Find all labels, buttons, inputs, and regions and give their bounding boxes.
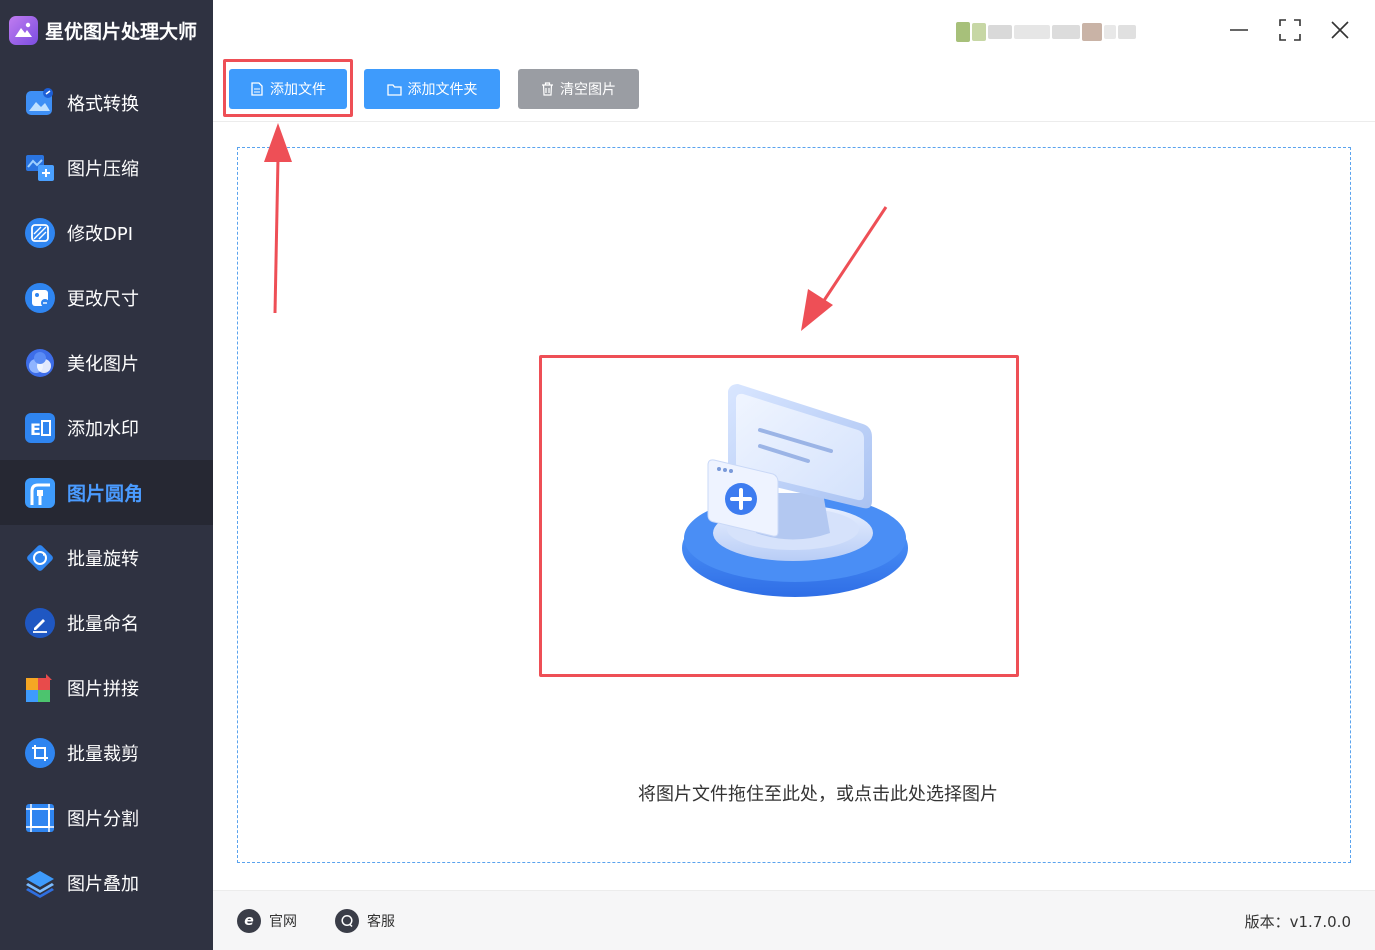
sidebar-item-label: 图片拼接 (67, 678, 139, 700)
sidebar-item-beautify[interactable]: 美化图片 (0, 330, 213, 395)
split-icon (24, 802, 56, 834)
image-convert-icon (24, 87, 56, 119)
folder-icon (386, 83, 402, 96)
upload-illustration (682, 384, 908, 597)
rename-icon (24, 607, 56, 639)
layers-icon (24, 867, 56, 899)
sidebar: 星优图片处理大师 格式转换 图片压缩 修改DPI 更改尺寸 美化图片 E 添加水… (0, 0, 213, 950)
sidebar-item-label: 修改DPI (67, 223, 134, 245)
sidebar-item-label: 批量命名 (67, 613, 139, 635)
app-title: 星优图片处理大师 (45, 20, 198, 43)
sidebar-item-watermark[interactable]: E 添加水印 (0, 395, 213, 460)
clear-images-label: 清空图片 (560, 82, 616, 98)
dpi-icon (24, 217, 56, 249)
add-folder-label: 添加文件夹 (407, 82, 478, 98)
resize-icon (24, 282, 56, 314)
support-link[interactable]: 客服 (335, 909, 395, 933)
maximize-button[interactable] (1275, 15, 1305, 45)
close-icon (1331, 21, 1349, 39)
trash-icon (542, 82, 553, 96)
round-corner-icon (24, 477, 56, 509)
sidebar-item-label: 更改尺寸 (67, 288, 139, 310)
brand: 星优图片处理大师 (0, 0, 213, 60)
add-file-label: 添加文件 (270, 82, 326, 98)
svg-text:E: E (30, 420, 41, 439)
user-account-blurred[interactable] (956, 18, 1166, 46)
support-label: 客服 (367, 914, 395, 930)
sidebar-item-batch-rotate[interactable]: 批量旋转 (0, 525, 213, 590)
maximize-icon (1279, 19, 1301, 41)
version-text: 版本：v1.7.0.0 (1244, 913, 1351, 931)
main-panel: 添加文件 添加文件夹 清空图片 将图片文件拖住至此处，或点击此处选择图片 e 官… (213, 0, 1375, 950)
sidebar-item-image-compress[interactable]: 图片压缩 (0, 135, 213, 200)
sidebar-item-image-split[interactable]: 图片分割 (0, 785, 213, 850)
toolbar: 添加文件 添加文件夹 清空图片 (213, 60, 1375, 122)
title-bar (213, 0, 1375, 60)
sidebar-item-label: 批量裁剪 (67, 743, 139, 765)
sidebar-item-format-convert[interactable]: 格式转换 (0, 70, 213, 135)
sidebar-item-round-corner[interactable]: 图片圆角 (0, 460, 213, 525)
sidebar-menu: 格式转换 图片压缩 修改DPI 更改尺寸 美化图片 E 添加水印 图片圆角 批量… (0, 70, 213, 915)
clear-images-button[interactable]: 清空图片 (518, 69, 639, 109)
minimize-icon (1230, 29, 1248, 31)
add-folder-button[interactable]: 添加文件夹 (364, 69, 500, 109)
sidebar-item-label: 图片叠加 (67, 873, 139, 895)
drop-zone[interactable]: 将图片文件拖住至此处，或点击此处选择图片 (237, 147, 1351, 863)
sidebar-item-label: 格式转换 (67, 93, 139, 115)
crop-icon (24, 737, 56, 769)
sidebar-item-label: 图片压缩 (67, 158, 139, 180)
close-button[interactable] (1325, 15, 1355, 45)
beautify-icon (24, 347, 56, 379)
sidebar-item-batch-rename[interactable]: 批量命名 (0, 590, 213, 655)
website-label: 官网 (269, 914, 297, 930)
watermark-icon: E (24, 412, 56, 444)
app-logo-icon (9, 15, 38, 45)
sidebar-item-modify-dpi[interactable]: 修改DPI (0, 200, 213, 265)
file-icon (251, 82, 263, 96)
sidebar-item-label: 美化图片 (67, 353, 139, 375)
minimize-button[interactable] (1224, 15, 1254, 45)
sidebar-item-resize[interactable]: 更改尺寸 (0, 265, 213, 330)
sidebar-item-image-overlay[interactable]: 图片叠加 (0, 850, 213, 915)
chat-bubble-icon (335, 909, 359, 933)
puzzle-icon (24, 672, 56, 704)
sidebar-item-image-stitch[interactable]: 图片拼接 (0, 655, 213, 720)
website-link[interactable]: e 官网 (237, 909, 297, 933)
sidebar-item-batch-crop[interactable]: 批量裁剪 (0, 720, 213, 785)
ie-browser-icon: e (237, 909, 261, 933)
sidebar-item-label: 批量旋转 (67, 548, 139, 570)
rotate-icon (24, 542, 56, 574)
sidebar-item-label: 图片圆角 (67, 483, 144, 505)
image-compress-icon (24, 152, 56, 184)
add-file-button[interactable]: 添加文件 (229, 69, 347, 109)
footer-bar: e 官网 客服 版本：v1.7.0.0 (213, 890, 1375, 950)
sidebar-item-label: 图片分割 (67, 808, 139, 830)
sidebar-item-label: 添加水印 (67, 418, 139, 440)
drop-hint: 将图片文件拖住至此处，或点击此处选择图片 (638, 784, 998, 805)
